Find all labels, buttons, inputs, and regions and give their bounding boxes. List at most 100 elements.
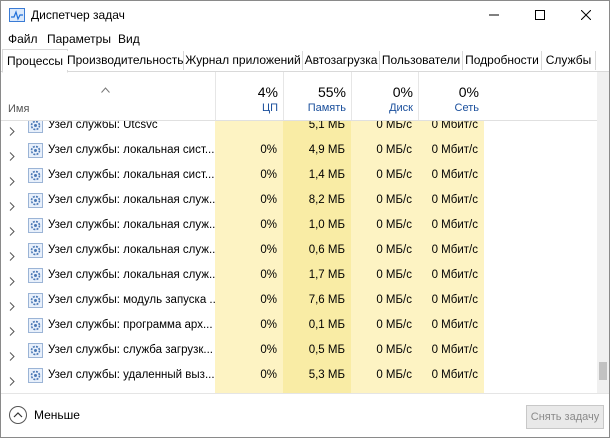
disk-total: 0%	[392, 84, 413, 100]
tab-processes[interactable]: Процессы	[2, 49, 68, 73]
network-value: 0 Мбит/с	[418, 263, 484, 288]
process-row[interactable]: Узел службы: локальная служ... 0% 1,0 МБ 0 …	[1, 213, 597, 238]
process-name: Узел службы: Utcsvc	[48, 121, 158, 131]
column-cpu-header[interactable]: 4% ЦП	[215, 72, 284, 120]
memory-value: 7,6 МБ	[283, 288, 351, 313]
cpu-value: 0%	[215, 138, 283, 163]
cpu-value: 0%	[215, 238, 283, 263]
tab-details[interactable]: Подробности	[463, 51, 542, 70]
disk-value: 0 МБ/с	[351, 338, 418, 363]
cpu-total: 4%	[257, 84, 278, 100]
tab-users[interactable]: Пользователи	[380, 51, 463, 70]
process-name: Узел службы: локальная служ...	[48, 219, 219, 231]
disk-value: 0 МБ/с	[351, 313, 418, 338]
cpu-value: 0%	[215, 338, 283, 363]
process-name-cell: Узел службы: служба загрузк...	[1, 338, 215, 363]
tab-startup[interactable]: Автозагрузка	[303, 51, 380, 70]
process-row[interactable]: Узел службы: локальная сист... 0% 4,9 МБ 0 …	[1, 138, 597, 163]
title-bar[interactable]: Диспетчер задач	[1, 1, 609, 29]
process-row[interactable]: Узел службы: служба загрузк... 0% 0,5 МБ 0 …	[1, 338, 597, 363]
process-name: Узел службы: программа арх...	[48, 319, 213, 331]
fewer-details-button[interactable]: Меньше	[9, 406, 80, 424]
maximize-icon	[535, 10, 545, 20]
network-value: 0 Мбит/с	[418, 288, 484, 313]
cpu-value: 0%	[215, 288, 283, 313]
process-name-cell: Узел службы: локальная служ...	[1, 238, 219, 263]
vertical-scrollbar[interactable]	[597, 72, 609, 393]
process-row[interactable]: Узел службы: локальная служ... 0% 8,2 МБ 0 …	[1, 188, 597, 213]
column-memory-header[interactable]: 55% Память	[283, 72, 352, 120]
network-value: 0 Мбит/с	[418, 121, 484, 138]
process-name-cell: Узел службы: удаленный выз...	[1, 363, 215, 388]
process-name: Узел службы: локальная служ...	[48, 244, 219, 256]
memory-value: 1,0 МБ	[283, 213, 351, 238]
network-value: 0 Мбит/с	[418, 338, 484, 363]
menu-options[interactable]: Параметры	[47, 32, 111, 46]
network-value: 0 Мбит/с	[418, 363, 484, 388]
process-name-cell: Узел службы: локальная служ...	[1, 263, 219, 288]
close-button[interactable]	[563, 1, 609, 29]
end-task-button[interactable]: Снять задачу	[526, 405, 604, 429]
process-name: Узел службы: локальная служ...	[48, 269, 219, 281]
tab-services[interactable]: Службы	[542, 51, 596, 70]
process-name: Узел службы: модуль запуска ...	[48, 294, 220, 306]
network-value: 0 Мбит/с	[418, 138, 484, 163]
process-name-cell: Узел службы: модуль запуска ...	[1, 288, 219, 313]
process-name-cell: Узел службы: программа арх...	[1, 313, 215, 338]
column-name-header[interactable]: Имя	[8, 103, 29, 115]
network-label: Сеть	[454, 102, 479, 114]
memory-value: 5,1 МБ	[283, 121, 351, 138]
process-name: Узел службы: служба загрузк...	[48, 344, 213, 356]
fewer-details-label: Меньше	[34, 408, 80, 422]
process-name: Узел службы: удаленный выз...	[48, 369, 215, 381]
disk-value: 0 МБ/с	[351, 188, 418, 213]
minimize-button[interactable]	[471, 1, 517, 29]
menu-file[interactable]: Файл	[8, 32, 38, 46]
memory-value: 5,3 МБ	[283, 363, 351, 388]
process-row[interactable]: Узел службы: Utcsvc 5,1 МБ 0 МБ/с 0 Мбит/с	[1, 121, 597, 138]
disk-label: Диск	[389, 102, 413, 114]
memory-value: 1,7 МБ	[283, 263, 351, 288]
process-row[interactable]: Узел службы: программа арх... 0% 0,1 МБ 0 М…	[1, 313, 597, 338]
column-network-header[interactable]: 0% Сеть	[418, 72, 485, 120]
task-manager-icon	[9, 8, 25, 22]
close-icon	[581, 10, 591, 20]
network-value: 0 Мбит/с	[418, 313, 484, 338]
process-row[interactable]: Узел службы: локальная сист... 0% 1,4 МБ 0 …	[1, 163, 597, 188]
menu-bar: Файл Параметры Вид	[1, 29, 609, 49]
memory-total: 55%	[317, 84, 346, 100]
service-gear-icon	[28, 368, 43, 393]
process-name-cell: Узел службы: локальная служ...	[1, 213, 219, 238]
scrollbar-thumb[interactable]	[599, 362, 607, 380]
memory-value: 0,6 МБ	[283, 238, 351, 263]
memory-value: 0,1 МБ	[283, 313, 351, 338]
process-name: Узел службы: локальная сист...	[48, 144, 215, 156]
cpu-value: 0%	[215, 188, 283, 213]
task-manager-window: Диспетчер задач Файл Параметры Вид Проце…	[0, 0, 610, 438]
tab-app-history[interactable]: Журнал приложений	[184, 51, 303, 70]
maximize-button[interactable]	[517, 1, 563, 29]
disk-value: 0 МБ/с	[351, 138, 418, 163]
process-name-cell: Узел службы: локальная сист...	[1, 138, 215, 163]
network-value: 0 Мбит/с	[418, 213, 484, 238]
process-row[interactable]: Узел службы: удаленный выз... 0% 5,3 МБ 0 М…	[1, 363, 597, 388]
process-name: Узел службы: локальная служ...	[48, 194, 219, 206]
menu-view[interactable]: Вид	[118, 32, 140, 46]
process-row[interactable]: Узел службы: локальная служ... 0% 0,6 МБ 0 …	[1, 238, 597, 263]
tab-performance[interactable]: Производительность	[67, 51, 184, 70]
network-total: 0%	[458, 84, 479, 100]
network-value: 0 Мбит/с	[418, 188, 484, 213]
chevron-right-icon[interactable]	[9, 371, 15, 393]
memory-value: 1,4 МБ	[283, 163, 351, 188]
process-name: Узел службы: локальная сист...	[48, 169, 215, 181]
tab-bar: Процессы Производительность Журнал прило…	[1, 49, 609, 73]
disk-value: 0 МБ/с	[351, 238, 418, 263]
column-disk-header[interactable]: 0% Диск	[351, 72, 419, 120]
process-row[interactable]: Узел службы: модуль запуска ... 0% 7,6 МБ 0…	[1, 288, 597, 313]
disk-value: 0 МБ/с	[351, 213, 418, 238]
process-row[interactable]: Узел службы: локальная служ... 0% 1,7 МБ 0 …	[1, 263, 597, 288]
window-title: Диспетчер задач	[31, 8, 125, 22]
cpu-label: ЦП	[261, 102, 278, 114]
process-name-cell: Узел службы: локальная служ...	[1, 188, 219, 213]
disk-value: 0 МБ/с	[351, 288, 418, 313]
